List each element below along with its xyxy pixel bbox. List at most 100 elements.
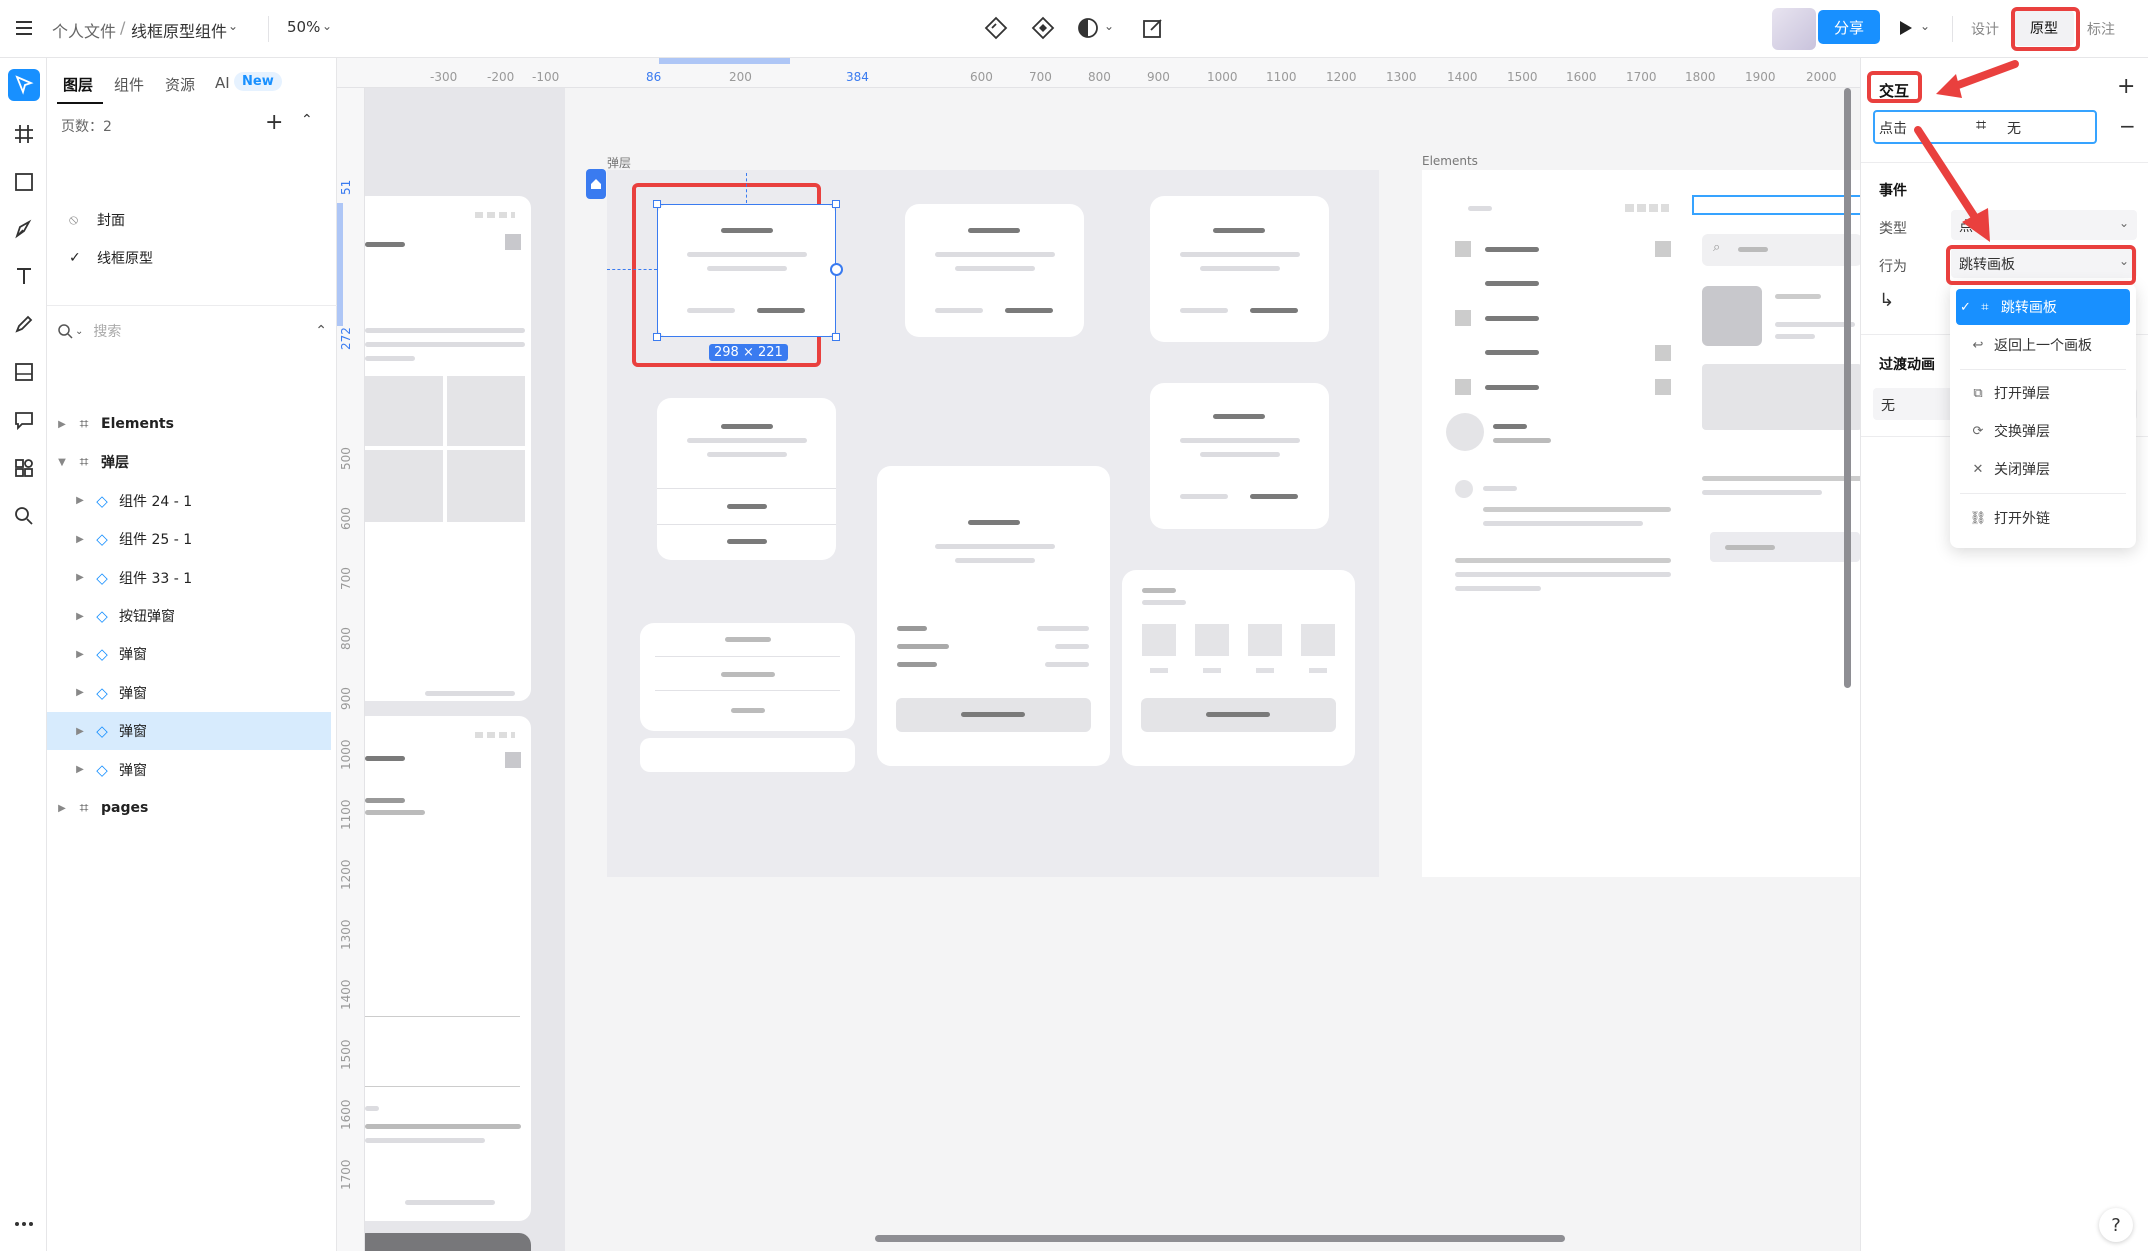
pencil-tool[interactable]	[8, 308, 40, 340]
connection-node[interactable]	[830, 263, 843, 276]
horizontal-scrollbar[interactable]	[875, 1235, 1565, 1242]
mode-annotate-tab[interactable]: 标注	[2087, 19, 2115, 39]
play-chevron-icon[interactable]: ⌄	[1920, 19, 1930, 33]
resize-handle[interactable]	[653, 200, 661, 208]
share-button[interactable]: 分享	[1818, 10, 1880, 44]
caret-right-icon[interactable]: ▶	[73, 726, 87, 737]
contrast-icon[interactable]	[1077, 17, 1099, 39]
menu-item-jump-frame[interactable]: ✓ ⌗ 跳转画板	[1956, 289, 2130, 325]
zoom-chevron-icon[interactable]: ⌄	[322, 19, 332, 33]
edit-icon[interactable]	[1142, 17, 1164, 39]
status-dots	[1625, 204, 1669, 212]
menu-item-back[interactable]: ↩ 返回上一个画板	[1956, 327, 2130, 363]
menu-item-open-layer[interactable]: ⧉ 打开弹层	[1956, 375, 2130, 411]
file-name[interactable]: 线框原型组件	[131, 18, 227, 42]
search-input[interactable]: 搜索	[93, 321, 121, 341]
contrast-chevron-icon[interactable]: ⌄	[1104, 19, 1114, 33]
caret-right-icon[interactable]: ▶	[55, 803, 69, 814]
tab-assets[interactable]: 资源	[165, 74, 195, 95]
canvas[interactable]: 弹层 298 × 221 Elements ⌕	[365, 88, 1860, 1251]
plugins-tool[interactable]	[8, 452, 40, 484]
tab-ai[interactable]: AI	[215, 74, 230, 92]
menu-item-close-layer[interactable]: ✕ 关闭弹层	[1956, 451, 2130, 487]
popup-card[interactable]	[640, 738, 855, 772]
more-tool[interactable]	[8, 1208, 40, 1240]
caret-right-icon[interactable]: ▶	[73, 611, 87, 622]
image-tool[interactable]	[8, 356, 40, 388]
layer-row[interactable]: ▶ ◇ 组件 25 - 1	[47, 520, 331, 558]
home-icon[interactable]	[586, 169, 606, 199]
menu-item-open-link[interactable]: ⛓ 打开外链	[1956, 500, 2130, 536]
caret-right-icon[interactable]: ▶	[73, 649, 87, 660]
move-tool[interactable]	[8, 69, 40, 101]
layer-row[interactable]: ▶ ◇ 组件 33 - 1	[47, 559, 331, 597]
page-item[interactable]: ⦸ 封面	[47, 202, 331, 238]
comment-tool[interactable]	[8, 404, 40, 436]
chevron-down-icon[interactable]: ⌄	[228, 19, 238, 33]
layer-row[interactable]: ▼ ⌗ 弹层	[47, 443, 331, 481]
help-button[interactable]: ?	[2099, 1208, 2133, 1242]
frame-tool[interactable]	[8, 118, 40, 150]
placeholder-text	[687, 308, 735, 313]
layer-row[interactable]: ▶ ◇ 弹窗	[47, 751, 331, 789]
resize-handle[interactable]	[832, 200, 840, 208]
shape-tool[interactable]	[8, 166, 40, 198]
elements-frame-label[interactable]: Elements	[1422, 154, 1478, 168]
radio-sample	[1455, 480, 1473, 498]
layer-row[interactable]: ▶ ◇ 弹窗	[47, 712, 331, 751]
tab-components[interactable]: 组件	[114, 74, 144, 95]
vertical-scrollbar[interactable]	[1844, 88, 1851, 688]
search-tool[interactable]	[8, 500, 40, 532]
add-page-icon[interactable]: +	[265, 110, 283, 135]
checkbox-sample	[1455, 241, 1471, 257]
caret-right-icon[interactable]: ▶	[73, 572, 87, 583]
breadcrumb-parent[interactable]: 个人文件	[52, 18, 116, 42]
popup-card[interactable]	[657, 398, 836, 560]
component-icon[interactable]	[984, 16, 1008, 40]
page-thumbnail[interactable]	[365, 716, 531, 1221]
layer-row[interactable]: ▶ ◇ 按钮弹窗	[47, 597, 331, 635]
pen-tool[interactable]	[8, 213, 40, 245]
diamond-icon[interactable]	[1031, 16, 1055, 40]
checkbox-sample	[1655, 379, 1671, 395]
layer-row[interactable]: ▶ ◇ 弹窗	[47, 635, 331, 673]
add-interaction-icon[interactable]: +	[2117, 74, 2135, 99]
play-icon[interactable]	[1898, 19, 1914, 37]
page-thumbnail[interactable]	[365, 196, 531, 701]
layer-search[interactable]: ⌄ 搜索 ⌃	[57, 316, 327, 346]
avatar[interactable]	[1772, 8, 1816, 50]
popup-frame-label[interactable]: 弹层	[607, 154, 631, 171]
caret-right-icon[interactable]: ▶	[73, 687, 87, 698]
component-icon: ◇	[96, 491, 108, 510]
remove-interaction-icon[interactable]: −	[2119, 114, 2136, 138]
tab-layers[interactable]: 图层	[63, 74, 93, 95]
ruler-tick: 1500	[339, 1039, 353, 1070]
collapse-all-icon[interactable]: ⌃	[315, 323, 327, 339]
placeholder-text	[757, 308, 805, 313]
page-item[interactable]: ✓ 线框原型	[47, 240, 331, 276]
collapse-pages-icon[interactable]: ⌃	[301, 112, 313, 128]
ruler-tick: 2000	[1806, 70, 1837, 84]
caret-right-icon[interactable]: ▶	[55, 419, 69, 430]
caret-down-icon[interactable]: ▼	[55, 457, 69, 468]
left-toolbar	[0, 58, 47, 1251]
menu-icon[interactable]	[14, 18, 34, 38]
layer-row[interactable]: ▶ ⌗ pages	[47, 789, 331, 827]
menu-item-swap-layer[interactable]: ⟳ 交换弹层	[1956, 413, 2130, 449]
caret-right-icon[interactable]: ▶	[73, 495, 87, 506]
open-layer-icon: ⧉	[1973, 385, 1983, 401]
divider	[268, 16, 269, 42]
layer-row[interactable]: ▶ ◇ 弹窗	[47, 674, 331, 712]
mode-design-tab[interactable]: 设计	[1971, 19, 1999, 39]
layer-row[interactable]: ▶ ◇ 组件 24 - 1	[47, 482, 331, 520]
caret-right-icon[interactable]: ▶	[73, 764, 87, 775]
component-icon: ◇	[96, 683, 108, 702]
placeholder-text	[968, 228, 1020, 233]
caret-right-icon[interactable]: ▶	[73, 534, 87, 545]
resize-handle[interactable]	[832, 333, 840, 341]
zoom-level[interactable]: 50%	[287, 18, 320, 36]
placeholder-text	[731, 708, 765, 713]
resize-handle[interactable]	[653, 333, 661, 341]
layer-row[interactable]: ▶ ⌗ Elements	[47, 405, 331, 443]
text-tool[interactable]	[8, 260, 40, 292]
